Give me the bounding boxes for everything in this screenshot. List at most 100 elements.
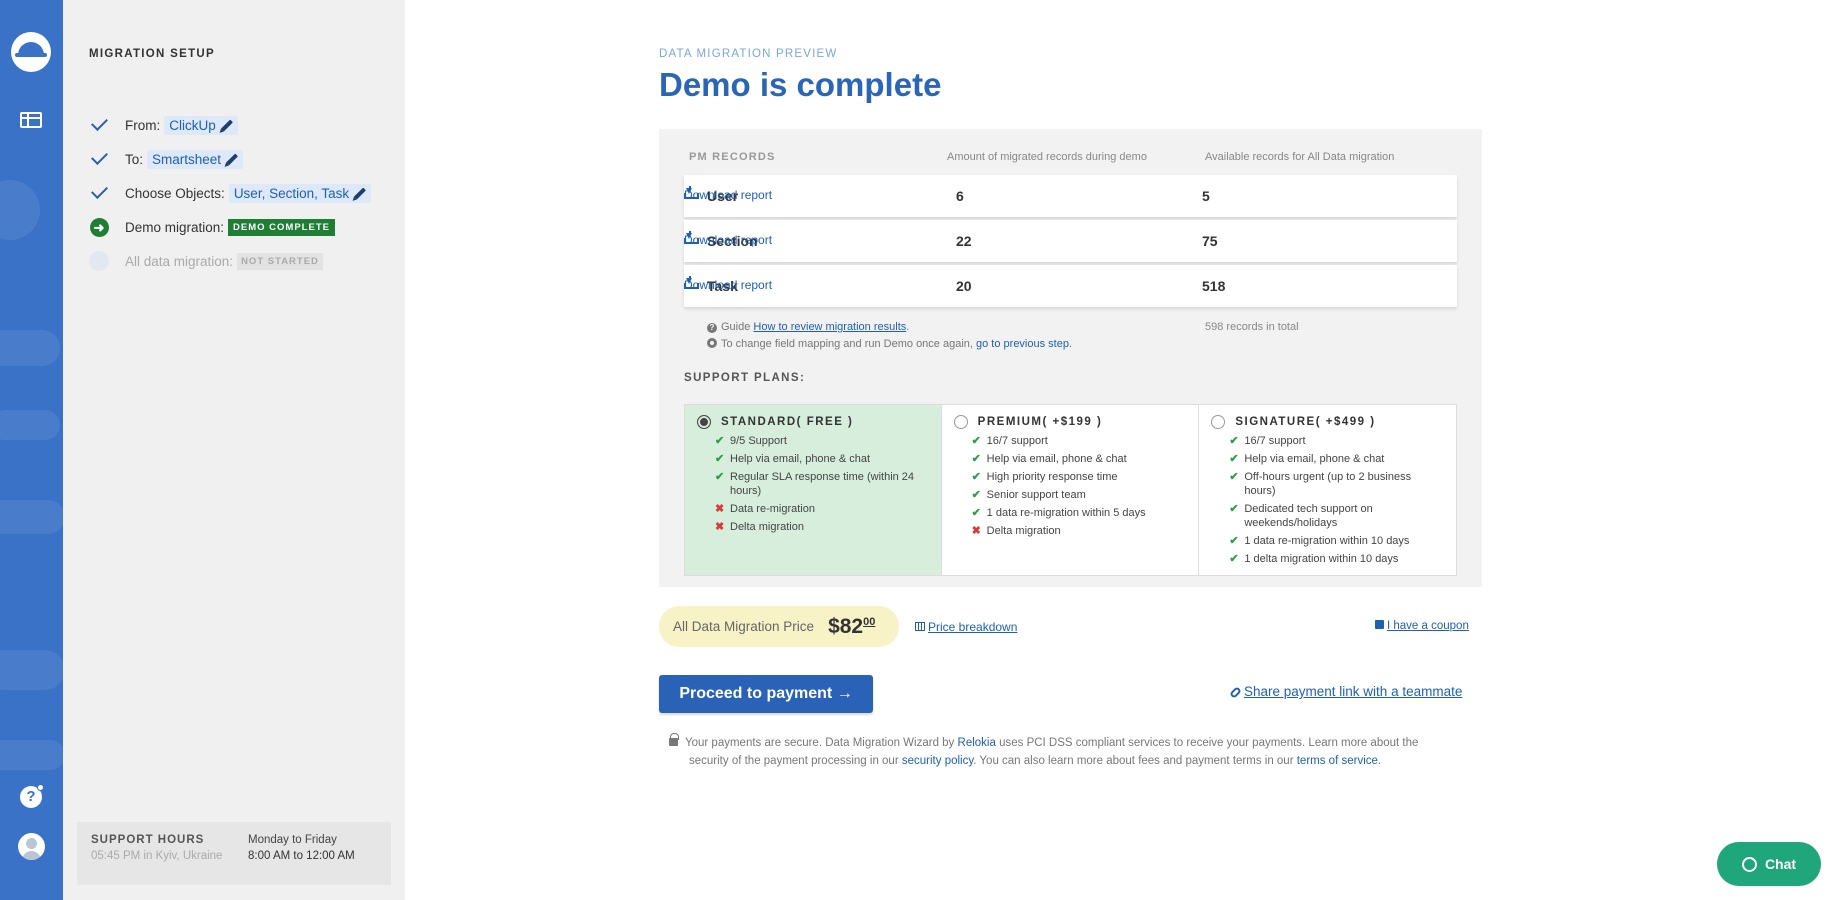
check-icon: ✔ — [1229, 535, 1239, 547]
plan-feature: ✔ 1 delta migration within 10 days — [1229, 552, 1444, 566]
security-policy-link[interactable]: security policy — [902, 755, 973, 767]
objects-value: User, Section, Task — [233, 185, 350, 201]
check-icon — [89, 182, 109, 203]
plan-feature: ✔ Regular SLA response time (within 24 ho… — [715, 470, 929, 498]
security-text: . You can also learn more about fees and… — [973, 755, 1294, 767]
price-breakdown-label: Price breakdown — [928, 620, 1018, 634]
plan-feature: ✔ 1 data re-migration within 5 days — [972, 506, 1187, 520]
remap-text: To change field mapping and run Demo onc… — [721, 338, 973, 350]
link-icon — [1229, 686, 1242, 699]
edit-pencil-icon[interactable] — [354, 186, 367, 200]
relokia-link[interactable]: Relokia — [958, 737, 996, 749]
plan-premium[interactable]: PREMIUM( +$199 ) ✔ 16/7 support ✔ Help via… — [941, 404, 1200, 576]
download-report-label: Download report — [684, 278, 773, 292]
record-demo-count: 22 — [956, 233, 972, 249]
step-objects: Choose Objects: User, Section, Task — [89, 176, 372, 210]
target-platform-value: Smartsheet — [152, 151, 222, 167]
check-icon: ✔ — [971, 507, 981, 519]
page-title: Demo is complete — [659, 66, 942, 103]
feature-text: Data re-migration — [730, 503, 815, 515]
plan-radio[interactable] — [1211, 415, 1226, 429]
guide-note: ? Guide How to review migration results. — [707, 321, 909, 333]
proceed-to-payment-button[interactable]: Proceed to payment → — [659, 675, 873, 713]
feature-text: Delta migration — [730, 521, 804, 533]
check-icon: ✔ — [971, 489, 981, 501]
step-label: All data migration: — [125, 253, 234, 269]
check-icon: ✔ — [1229, 453, 1239, 465]
price-amount: $82 — [828, 614, 864, 638]
step-label: To: — [125, 151, 144, 167]
check-icon: ✔ — [715, 453, 725, 465]
coupon-link[interactable]: I have a coupon — [1375, 620, 1469, 632]
step-demo: ➜ Demo migration: DEMO COMPLETE — [89, 210, 371, 244]
relokia-logo[interactable] — [11, 32, 51, 72]
plan-feature: ✔ Help via email, phone & chat — [715, 452, 929, 466]
target-platform-chip[interactable]: Smartsheet — [147, 149, 244, 169]
support-time: 8:00 AM to 12:00 AM — [248, 850, 355, 862]
security-text: security of the payment processing in ou… — [689, 755, 899, 767]
record-demo-count: 20 — [956, 278, 972, 294]
feature-text: Help via email, phone & chat — [986, 453, 1127, 465]
check-icon: ✔ — [715, 471, 725, 483]
plan-radio[interactable] — [697, 415, 711, 429]
app-rail: ? — [0, 0, 63, 900]
share-label: Share payment link with a teammate — [1244, 684, 1463, 699]
feature-text: Help via email, phone & chat — [730, 453, 871, 465]
check-icon: ✔ — [971, 453, 981, 465]
feature-text: 16/7 support — [1244, 435, 1306, 447]
feature-text: Regular SLA response time (within 24 hou… — [730, 471, 915, 497]
plan-standard[interactable]: STANDARD( FREE ) ✔ 9/5 Support ✔ Help via … — [684, 404, 942, 576]
table-icon[interactable] — [20, 112, 42, 128]
remap-note: To change field mapping and run Demo onc… — [707, 338, 1072, 350]
step-label: Demo migration: — [125, 219, 225, 235]
terms-of-service-link[interactable]: terms of service — [1297, 755, 1378, 767]
feature-text: Dedicated tech support on weekends/holid… — [1244, 503, 1373, 529]
previous-step-link[interactable]: go to previous step — [976, 338, 1069, 350]
plan-signature[interactable]: SIGNATURE( +$499 ) ✔ 16/7 support ✔ Help v… — [1199, 404, 1458, 576]
col-available-header: Available records for All Data migration — [1205, 151, 1395, 163]
grid-icon — [915, 622, 925, 631]
guide-suffix: . — [906, 321, 910, 333]
download-report-label: Download report — [684, 188, 773, 202]
setup-steps: From: ClickUp To: Smartsheet Choose Obje… — [89, 108, 372, 278]
share-payment-link[interactable]: Share payment link with a teammate — [1229, 684, 1463, 699]
gift-icon — [1375, 620, 1384, 629]
edit-pencil-icon[interactable] — [220, 118, 233, 132]
plan-radio[interactable] — [953, 415, 968, 429]
price-breakdown-link[interactable]: Price breakdown — [915, 620, 1017, 634]
review-results-link[interactable]: How to review migration results — [753, 321, 906, 333]
plan-feature: ✔ 1 data re-migration within 10 days — [1229, 534, 1444, 548]
feature-text: 9/5 Support — [730, 435, 787, 447]
feature-text: Off-hours urgent (up to 2 business hours… — [1244, 471, 1412, 497]
edit-pencil-icon[interactable] — [226, 152, 239, 166]
record-demo-count: 6 — [956, 188, 964, 204]
feature-text: Senior support team — [986, 489, 1086, 501]
plan-feature: ✔ High priority response time — [972, 470, 1187, 484]
plan-feature: ✔ Help via email, phone & chat — [972, 452, 1187, 466]
check-icon: ✔ — [715, 435, 725, 447]
record-available-count: 75 — [1202, 233, 1218, 249]
chat-label: Chat — [1764, 856, 1797, 872]
table-row: User 6 Download report 5 — [684, 175, 1457, 217]
chat-button[interactable]: Chat — [1717, 842, 1821, 886]
source-platform-chip[interactable]: ClickUp — [164, 115, 238, 135]
feature-text: Help via email, phone & chat — [1244, 453, 1385, 465]
plan-name: SIGNATURE( +$499 ) — [1235, 416, 1376, 428]
check-icon — [89, 114, 109, 135]
check-icon: ✔ — [971, 471, 981, 483]
support-hours-title: SUPPORT HOURS — [91, 834, 205, 846]
plan-feature: ✔ 9/5 Support — [715, 434, 929, 448]
price-cents: 00 — [863, 615, 876, 628]
record-available-count: 5 — [1202, 188, 1210, 204]
arrow-right-circle-icon: ➜ — [89, 217, 109, 237]
table-row: Task 20 Download report 518 — [684, 265, 1457, 307]
migration-setup-sidebar: MIGRATION SETUP From: ClickUp To: Smarts… — [63, 0, 405, 900]
user-avatar-icon[interactable] — [18, 833, 45, 860]
plan-feature: ✔ 16/7 support — [972, 434, 1187, 448]
security-note: Your payments are secure. Data Migration… — [669, 733, 1459, 770]
records-title: PM RECORDS — [689, 151, 776, 163]
objects-chip[interactable]: User, Section, Task — [228, 183, 372, 203]
record-available-count: 518 — [1202, 278, 1226, 294]
plan-name: STANDARD( FREE ) — [721, 416, 854, 428]
chat-bubble-icon — [1741, 856, 1757, 872]
